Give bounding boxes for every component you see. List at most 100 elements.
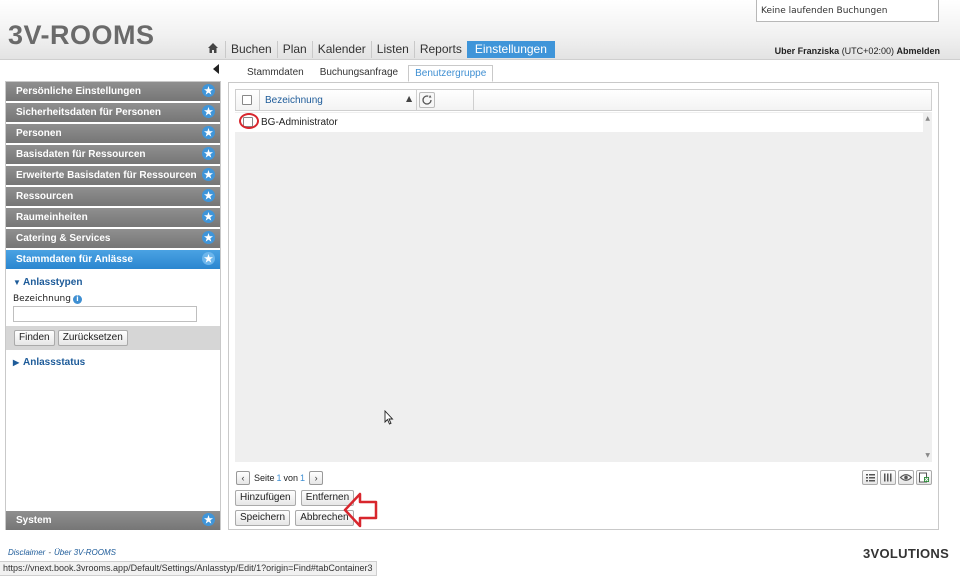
eye-icon[interactable] — [898, 470, 914, 485]
column-divider — [259, 90, 260, 110]
annotation-arrow-icon — [343, 492, 378, 528]
list-view-icon[interactable] — [862, 470, 878, 485]
nav-buchen[interactable]: Buchen — [225, 41, 277, 58]
star-icon[interactable] — [202, 84, 215, 97]
nav-plan[interactable]: Plan — [276, 41, 312, 58]
footer-separator: - — [48, 548, 52, 557]
bezeichnung-label: Bezeichnung — [13, 294, 71, 304]
form-action-buttons: Speichern Abbrechen — [235, 510, 356, 526]
tab-buchungsanfrage[interactable]: Buchungsanfrage — [314, 65, 404, 82]
star-icon[interactable] — [202, 147, 215, 160]
home-icon[interactable] — [201, 41, 225, 58]
subsection-label: Anlassstatus — [23, 357, 86, 368]
view-toolbar — [860, 470, 932, 485]
bezeichnung-input[interactable] — [13, 306, 197, 322]
subsection-anlasstypen[interactable]: ▼ Anlasstypen — [13, 277, 82, 288]
star-icon[interactable] — [202, 126, 215, 139]
vendor-logo: 3VOLUTIONS — [863, 546, 950, 561]
scroll-down-icon[interactable]: ▼ — [925, 452, 930, 459]
refresh-icon[interactable] — [419, 92, 435, 108]
footer-links: Disclaimer - Über 3V-ROOMS — [8, 548, 116, 557]
sort-asc-icon[interactable]: ▲ — [406, 94, 412, 103]
find-button[interactable]: Finden — [14, 330, 55, 346]
disclaimer-link[interactable]: Disclaimer — [8, 548, 45, 557]
annotation-circle — [239, 113, 259, 129]
benutzergruppe-panel: Bezeichnung ▲ BG-Administrator ▲ ▼ ‹ Sei… — [228, 82, 939, 530]
sidebar-item-label: Personen — [16, 128, 62, 139]
star-icon[interactable] — [202, 189, 215, 202]
scroll-up-icon[interactable]: ▲ — [925, 115, 930, 122]
sidebar-item-stammdaten-anlaesse[interactable]: Stammdaten für Anlässe — [6, 250, 220, 270]
column-header-bezeichnung[interactable]: Bezeichnung — [265, 95, 323, 106]
star-icon[interactable] — [202, 513, 215, 526]
column-divider — [416, 90, 417, 110]
app-logo[interactable]: 3V-ROOMS — [8, 20, 155, 51]
sidebar-item-raumeinheiten[interactable]: Raumeinheiten — [6, 208, 220, 228]
sidebar-item-sicherheitsdaten[interactable]: Sicherheitsdaten für Personen — [6, 103, 220, 123]
caret-down-icon: ▼ — [13, 278, 21, 287]
about-link[interactable]: Über 3V-ROOMS — [54, 548, 116, 557]
row-bezeichnung: BG-Administrator — [261, 117, 338, 128]
add-button[interactable]: Hinzufügen — [235, 490, 296, 506]
sidebar-item-label: Ressourcen — [16, 191, 74, 202]
sidebar-filter-panel: ▼ Anlasstypen Bezeichnung i Finden Zurücks… — [6, 271, 220, 530]
user-info: Uber Franziska (UTC+02:00) Abmelden — [775, 46, 940, 56]
prev-page-icon[interactable]: ‹ — [236, 471, 250, 485]
user-name: Uber Franziska — [774, 46, 840, 56]
pager-of: von — [283, 473, 299, 483]
next-page-icon[interactable]: › — [309, 471, 324, 485]
sidebar-item-label: Erweiterte Basisdaten für Ressourcen — [16, 170, 197, 181]
sidebar-item-erweiterte-basisdaten[interactable]: Erweiterte Basisdaten für Ressourcen — [6, 166, 220, 186]
booking-status-box: Keine laufenden Buchungen — [756, 0, 939, 22]
tab-strip: Stammdaten Buchungsanfrage Benutzergrupp… — [241, 65, 497, 82]
sidebar-item-label: Catering & Services — [16, 233, 111, 244]
sidebar-item-system[interactable]: System — [6, 511, 220, 530]
user-timezone: (UTC+02:00) — [841, 46, 894, 56]
sidebar-item-label: Raumeinheiten — [16, 212, 88, 223]
star-icon[interactable] — [202, 168, 215, 181]
nav-kalender[interactable]: Kalender — [311, 41, 371, 58]
pager-prefix: Seite — [254, 473, 275, 483]
tab-stammdaten[interactable]: Stammdaten — [241, 65, 310, 82]
nav-reports[interactable]: Reports — [413, 41, 467, 58]
nav-einstellungen[interactable]: Einstellungen — [466, 41, 555, 58]
tab-benutzergruppe[interactable]: Benutzergruppe — [408, 65, 494, 82]
columns-view-icon[interactable] — [880, 470, 896, 485]
sidebar-item-catering-services[interactable]: Catering & Services — [6, 229, 220, 249]
subsection-label: Anlasstypen — [23, 277, 83, 288]
sidebar-item-label: Persönliche Einstellungen — [16, 86, 142, 97]
reset-button[interactable]: Zurücksetzen — [57, 330, 128, 346]
sidebar-item-persoenliche-einstellungen[interactable]: Persönliche Einstellungen — [6, 82, 220, 102]
collapse-sidebar-icon[interactable] — [212, 64, 220, 74]
sidebar-item-label: Basisdaten für Ressourcen — [16, 149, 146, 160]
browser-status-url: https://vnext.book.3vrooms.app/Default/S… — [0, 561, 378, 576]
pager: ‹ Seite 1 von 1 › — [236, 470, 324, 486]
pager-current: 1 — [276, 473, 282, 483]
sidebar-item-label: Sicherheitsdaten für Personen — [16, 107, 162, 118]
select-all-checkbox[interactable] — [242, 95, 252, 105]
star-icon[interactable] — [202, 210, 215, 223]
sidebar-item-basisdaten-ressourcen[interactable]: Basisdaten für Ressourcen — [6, 145, 220, 165]
grid-action-buttons: Hinzufügen Entfernen — [235, 490, 356, 506]
save-button[interactable]: Speichern — [235, 510, 291, 526]
sidebar-item-personen[interactable]: Personen — [6, 124, 220, 144]
grid-body: BG-Administrator ▲ ▼ — [235, 112, 932, 462]
star-icon[interactable] — [202, 105, 215, 118]
star-icon[interactable] — [202, 252, 215, 265]
filter-button-bar: Finden Zurücksetzen — [6, 326, 220, 350]
pager-total: 1 — [300, 473, 306, 483]
logout-link[interactable]: Abmelden — [896, 46, 940, 56]
table-row[interactable]: BG-Administrator — [235, 113, 923, 132]
nav-listen[interactable]: Listen — [370, 41, 414, 58]
sidebar-item-ressourcen[interactable]: Ressourcen — [6, 187, 220, 207]
column-divider — [473, 90, 474, 110]
caret-right-icon: ▶ — [13, 358, 20, 367]
export-excel-icon[interactable] — [916, 470, 932, 485]
subsection-anlassstatus[interactable]: ▶ Anlassstatus — [13, 357, 85, 368]
sidebar-item-label: System — [16, 515, 52, 526]
star-icon[interactable] — [202, 231, 215, 244]
field-label: Bezeichnung i — [13, 294, 82, 304]
info-icon[interactable]: i — [72, 295, 82, 304]
settings-sidebar: Persönliche Einstellungen Sicherheitsdat… — [5, 81, 221, 530]
grid-header: Bezeichnung ▲ — [235, 89, 932, 111]
